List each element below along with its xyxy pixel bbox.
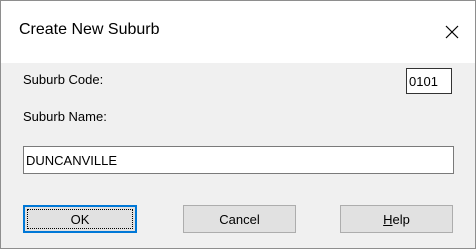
cancel-button[interactable]: Cancel — [183, 205, 296, 233]
dialog-title: Create New Suburb — [19, 21, 160, 38]
cancel-button-label: Cancel — [219, 211, 260, 227]
help-mnemonic: H — [383, 211, 393, 227]
ok-button[interactable]: OK — [23, 205, 137, 233]
create-suburb-dialog: Create New Suburb Suburb Code: Suburb Na… — [0, 0, 476, 249]
help-button-label: Help — [383, 212, 410, 227]
suburb-code-label: Suburb Code: — [23, 72, 104, 87]
suburb-name-input[interactable] — [23, 146, 454, 174]
ok-button-label: OK — [70, 211, 90, 227]
help-button[interactable]: Help — [340, 205, 453, 233]
help-label-rest: elp — [392, 211, 410, 227]
close-button[interactable] — [429, 1, 475, 63]
title-bar: Create New Suburb — [1, 1, 475, 63]
suburb-code-input[interactable] — [406, 68, 452, 94]
close-icon — [445, 25, 459, 39]
suburb-name-label: Suburb Name: — [23, 109, 107, 124]
